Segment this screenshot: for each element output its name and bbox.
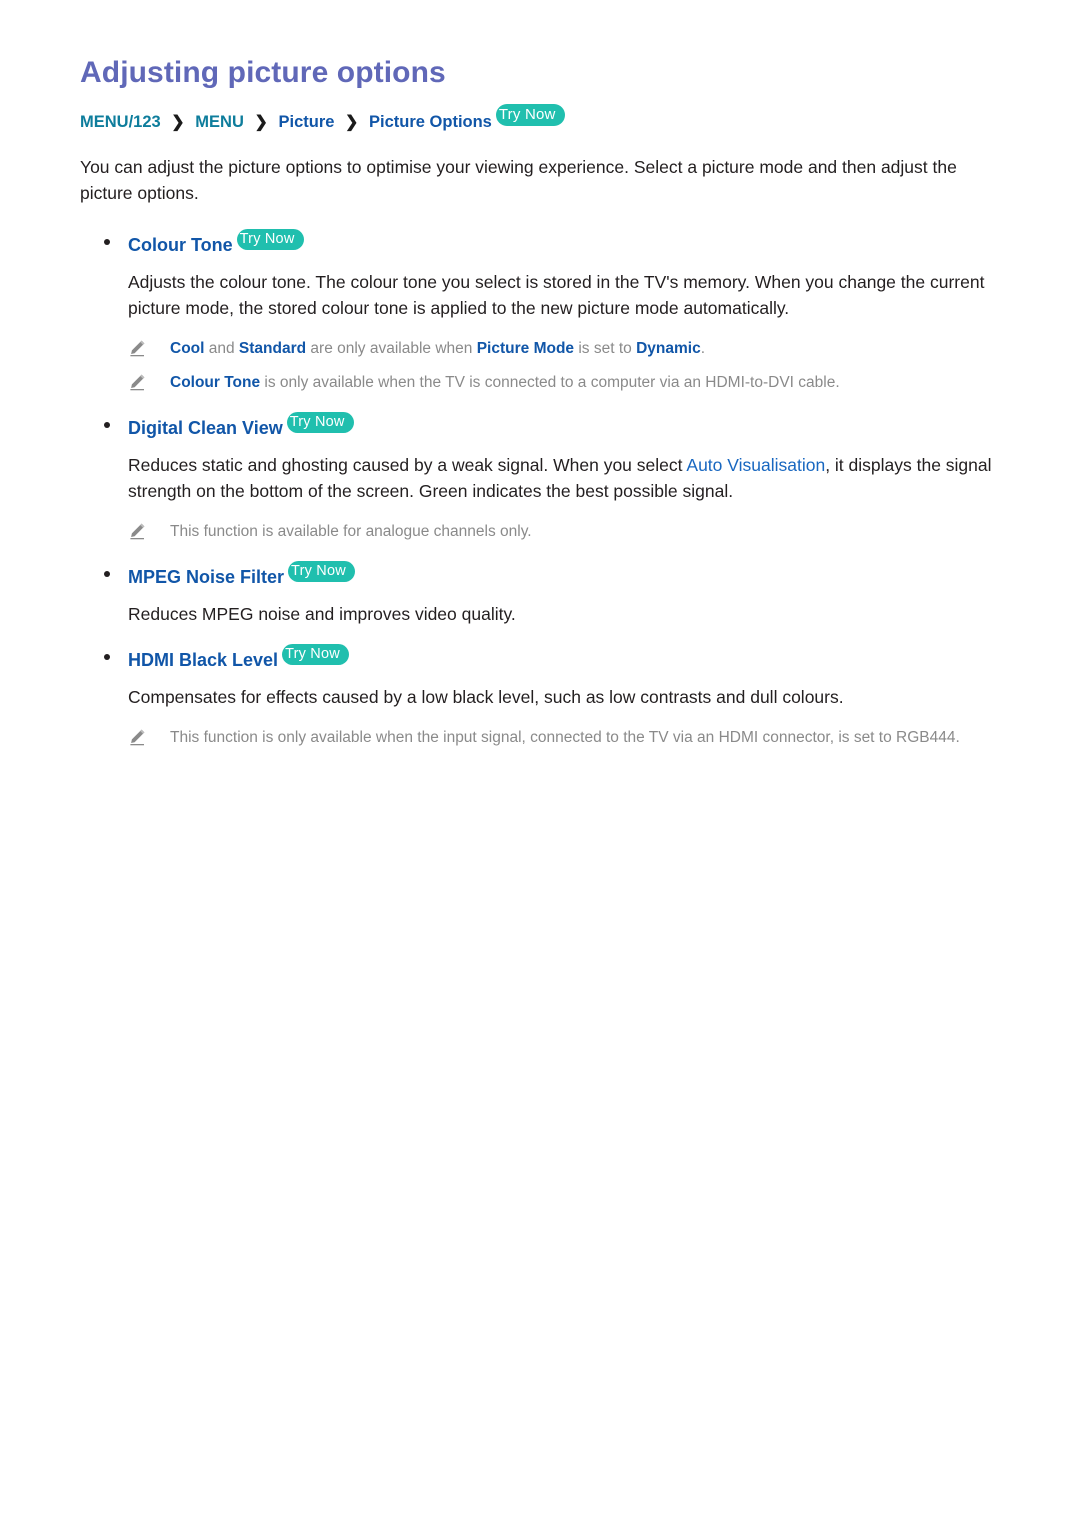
try-now-badge-breadcrumb[interactable]: Try Now <box>495 103 565 126</box>
section-body-part-highlight: Auto Visualisation <box>686 455 826 476</box>
section-heading-mpeg-noise-filter: MPEG Noise Filter Try Now <box>80 561 1000 589</box>
note-text-part: are only available when <box>306 340 477 358</box>
help-article-page: Adjusting picture options MENU/123 ❯ MEN… <box>0 0 1080 1527</box>
note-text-part: Cool <box>170 340 205 358</box>
page-title: Adjusting picture options <box>80 56 446 89</box>
pencil-icon <box>128 728 146 746</box>
note-text-part: Picture Mode <box>476 340 575 358</box>
note-digital-clean-view-1: This function is available for analogue … <box>80 520 1000 544</box>
try-now-badge-digital-clean-view[interactable]: Try Now <box>286 412 354 434</box>
try-now-badge-mpeg-noise-filter[interactable]: Try Now <box>288 561 355 583</box>
bullet-dot-icon <box>104 422 110 429</box>
pencil-icon <box>128 522 146 540</box>
try-now-badge-hdmi-black-level[interactable]: Try Now <box>282 644 349 666</box>
section-body-mpeg-noise-filter: Reduces MPEG noise and improves video qu… <box>128 604 516 625</box>
note-colour-tone-1: Cool and Standard are only available whe… <box>80 337 1000 361</box>
chevron-right-icon: ❯ <box>254 113 268 131</box>
note-text-part: is only available when the TV is connect… <box>260 374 840 392</box>
section-heading-hdmi-black-level: HDMI Black Level Try Now <box>80 644 1000 672</box>
breadcrumb: MENU/123 ❯ MENU ❯ Picture ❯ Picture Opti… <box>80 103 1000 133</box>
section-heading-colour-tone: Colour Tone Try Now <box>80 229 1000 257</box>
bullet-dot-icon <box>104 571 110 578</box>
note-text-part: is set to <box>574 340 637 358</box>
section-body-hdmi-black-level: Compensates for effects caused by a low … <box>128 687 844 708</box>
pencil-icon <box>128 339 146 357</box>
breadcrumb-item-menu123[interactable]: MENU/123 <box>80 113 161 131</box>
section-body-digital-clean-view: Reduces static and ghosting caused by a … <box>80 452 1000 504</box>
note-text-part: . <box>700 340 706 358</box>
section-heading-label: Digital Clean View <box>128 418 283 439</box>
section-heading-label: HDMI Black Level <box>128 650 279 671</box>
note-text-part: and <box>204 340 239 358</box>
chevron-right-icon: ❯ <box>171 113 185 131</box>
intro-paragraph: You can adjust the picture options to op… <box>80 157 957 204</box>
note-text-part: This function is only available when the… <box>170 729 960 747</box>
section-heading-digital-clean-view: Digital Clean View Try Now <box>80 412 1000 440</box>
breadcrumb-item-picture-options[interactable]: Picture Options <box>369 113 492 131</box>
breadcrumb-item-picture[interactable]: Picture <box>278 113 334 131</box>
pencil-icon <box>128 373 146 391</box>
bullet-dot-icon <box>104 239 110 246</box>
section-heading-label: MPEG Noise Filter <box>128 567 285 588</box>
note-text-part: This function is available for analogue … <box>170 523 532 541</box>
try-now-badge-colour-tone[interactable]: Try Now <box>236 229 304 251</box>
note-text-part: Dynamic <box>636 340 701 358</box>
note-text-part: Colour Tone <box>170 374 261 392</box>
chevron-right-icon: ❯ <box>345 113 359 131</box>
section-heading-label: Colour Tone <box>128 235 233 256</box>
note-hdmi-black-level-1: This function is only available when the… <box>80 726 1000 750</box>
section-body-colour-tone: Adjusts the colour tone. The colour tone… <box>128 272 985 319</box>
breadcrumb-item-menu[interactable]: MENU <box>195 113 244 131</box>
bullet-dot-icon <box>104 654 110 661</box>
note-colour-tone-2: Colour Tone is only available when the T… <box>80 371 1000 395</box>
section-body-part: Reduces static and ghosting caused by a … <box>128 455 687 476</box>
note-text-part: Standard <box>238 340 307 358</box>
